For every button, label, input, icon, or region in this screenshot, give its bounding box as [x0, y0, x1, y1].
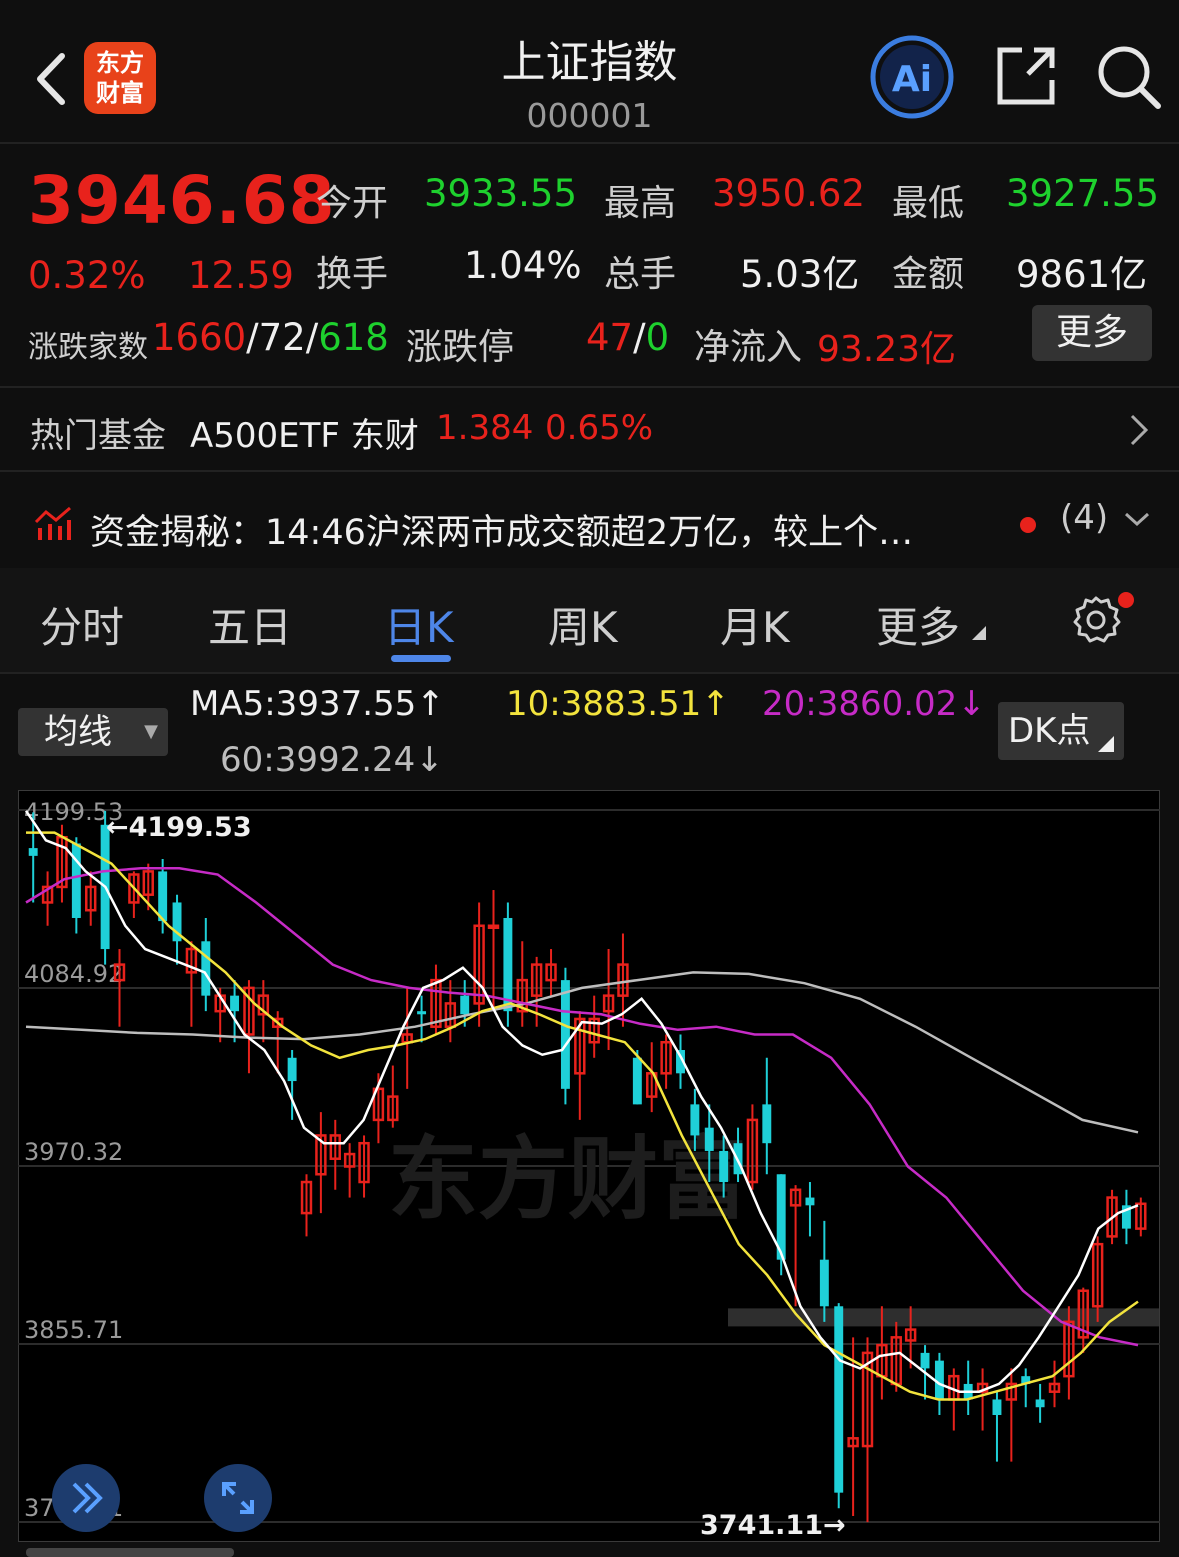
candle-down — [560, 980, 570, 1089]
candle-down — [417, 1011, 427, 1015]
news-ticker[interactable]: 资金揭秘：14:46沪深两市成交额超2万亿，较上个… (4) — [0, 472, 1179, 568]
limit-down-count: 0 — [645, 316, 670, 359]
app-header: 东方 财富 上证指数 000001 Ai — [0, 0, 1179, 144]
ma10-value: 10:3883.51↑ — [506, 684, 730, 724]
ma60-value: 60:3992.24↓ — [220, 740, 444, 780]
y-tick-label: 3970.32 — [24, 1138, 123, 1166]
candle-down — [819, 1259, 829, 1307]
turnover-value: 1.04% — [464, 244, 582, 287]
breadth-values: 1660/72/618 — [152, 316, 389, 359]
news-text: 资金揭秘：14:46沪深两市成交额超2万亿，较上个… — [90, 513, 914, 553]
limit-label: 涨跌停 — [406, 327, 515, 368]
low-value: 3927.55 — [1006, 172, 1160, 215]
active-tab-indicator — [391, 655, 451, 662]
tab-monthly-k[interactable]: 月K — [720, 594, 790, 655]
up-count: 1660 — [152, 316, 247, 359]
candle-down — [704, 1127, 714, 1151]
low-label: 最低 — [892, 183, 965, 224]
volume-label: 总手 — [604, 254, 677, 295]
candle-down — [460, 995, 470, 1015]
candle-down — [1035, 1399, 1045, 1408]
change-amount: 12.59 — [188, 254, 294, 297]
breadth-sep-1: / — [246, 316, 259, 359]
open-value: 3933.55 — [424, 172, 578, 215]
candle-down — [158, 871, 168, 922]
share-icon[interactable] — [994, 44, 1058, 108]
min-price-label: 3741.11→ — [700, 1510, 846, 1541]
more-quote-button[interactable]: 更多 — [1032, 305, 1152, 361]
fund-percent: 0.65% — [545, 408, 654, 448]
corner-triangle-icon — [972, 626, 986, 640]
turnover-label: 换手 — [316, 254, 389, 295]
settings-gear-icon[interactable] — [1068, 592, 1124, 648]
change-percent: 0.32% — [28, 254, 146, 297]
high-value: 3950.62 — [712, 172, 866, 215]
max-price-label: ←4199.53 — [106, 812, 252, 843]
candle-down — [201, 941, 211, 996]
double-chevron-right-icon — [72, 1482, 103, 1514]
candle-down — [992, 1399, 1002, 1416]
expand-arrows-icon — [222, 1482, 254, 1514]
limit-up-count: 47 — [586, 316, 634, 359]
high-label: 最高 — [604, 183, 677, 224]
candle-down — [71, 843, 81, 918]
ma20-value: 20:3860.02↓ — [762, 684, 986, 724]
candle-down — [719, 1150, 729, 1183]
corner-triangle-icon — [1098, 736, 1114, 752]
volume-value: 5.03亿 — [740, 253, 860, 296]
down-count: 618 — [318, 316, 389, 359]
candle-down — [805, 1197, 815, 1206]
fund-name: A500ETF 东财 — [190, 416, 419, 456]
news-count: (4) — [1060, 498, 1109, 538]
indicator-select[interactable]: 均线 ▼ — [18, 708, 168, 756]
ai-label: Ai — [892, 59, 932, 100]
amount-value: 9861亿 — [1016, 253, 1148, 296]
kline-chart[interactable]: 4199.534084.923970.323855.713741.11东方财富←… — [18, 790, 1160, 1542]
chevron-down-icon[interactable] — [1122, 510, 1152, 530]
fund-flow-icon — [34, 506, 71, 540]
y-tick-label: 3855.71 — [24, 1316, 123, 1344]
tab-weekly-k[interactable]: 周K — [548, 594, 618, 655]
search-icon[interactable] — [1096, 44, 1162, 110]
fund-price: 1.384 — [436, 408, 534, 448]
settings-badge-dot — [1118, 592, 1134, 608]
ai-assistant-icon[interactable]: Ai — [869, 34, 955, 120]
current-price: 3946.68 — [28, 162, 336, 239]
y-tick-label: 4084.92 — [24, 960, 123, 988]
limit-values: 47/0 — [586, 316, 669, 359]
amount-label: 金额 — [892, 254, 965, 295]
netflow-value: 93.23亿 — [817, 329, 957, 370]
expand-sidebar-button[interactable] — [52, 1464, 120, 1532]
chevron-right-icon — [1130, 414, 1149, 446]
candle-down — [920, 1352, 930, 1369]
open-label: 今开 — [316, 183, 389, 224]
indicator-select-label: 均线 — [44, 712, 112, 752]
candle-up — [487, 924, 500, 930]
tab-daily-k[interactable]: 日K — [384, 594, 454, 655]
breadth-label: 涨跌家数 — [28, 330, 148, 365]
fund-label: 热门基金 — [30, 416, 166, 456]
candle-down — [834, 1306, 844, 1493]
tab-five-day[interactable]: 五日 — [208, 594, 292, 655]
ma5-value: MA5:3937.55↑ — [190, 684, 445, 724]
candle-down — [230, 995, 240, 1012]
candle-down — [503, 917, 513, 1012]
dk-point-label: DK点 — [1008, 711, 1091, 751]
candle-down — [690, 1104, 700, 1136]
fullscreen-button[interactable] — [204, 1464, 272, 1532]
unread-dot — [1020, 517, 1036, 533]
hot-fund-row[interactable]: 热门基金 A500ETF 东财 1.384 0.65% — [0, 388, 1179, 470]
limit-sep: / — [633, 316, 646, 359]
tab-intraday[interactable]: 分时 — [40, 594, 124, 655]
candle-down — [28, 848, 38, 856]
netflow-label: 净流入 — [694, 327, 803, 368]
caret-down-icon: ▼ — [144, 721, 158, 742]
flat-count: 72 — [258, 316, 306, 359]
candle-down — [632, 1057, 642, 1105]
tab-more[interactable]: 更多 — [876, 594, 960, 655]
candle-down — [287, 1057, 297, 1082]
candle-down — [762, 1104, 772, 1144]
breadth-sep-2: / — [305, 316, 319, 359]
scroll-handle[interactable] — [26, 1548, 234, 1557]
